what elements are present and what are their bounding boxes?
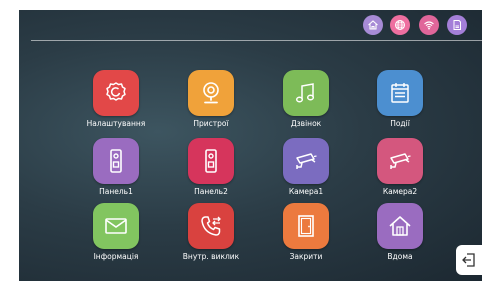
camera2-tile[interactable]	[377, 138, 423, 184]
app-label: Події	[390, 119, 410, 128]
app-camera2[interactable]: Камера2	[355, 138, 445, 200]
cctv-camera-icon	[390, 153, 411, 169]
app-settings[interactable]: Налаштування	[71, 70, 161, 132]
app-label: Внутр. виклик	[182, 252, 240, 261]
calendar-icon	[391, 83, 409, 103]
camera1-tile[interactable]	[283, 138, 329, 184]
information-tile[interactable]	[93, 203, 139, 249]
panel2-tile[interactable]	[188, 138, 234, 184]
app-panel2[interactable]: Панель2	[166, 138, 256, 200]
app-label: Пристрої	[193, 119, 229, 128]
home-status-icon	[368, 20, 378, 30]
app-camera1[interactable]: Камера1	[261, 138, 351, 200]
sd-card-status-button[interactable]	[447, 15, 467, 35]
home-status-button[interactable]	[363, 15, 383, 35]
panel1-tile[interactable]	[93, 138, 139, 184]
app-label: Камера1	[288, 187, 324, 196]
app-panel1[interactable]: Панель1	[71, 138, 161, 200]
network-status-button[interactable]	[390, 15, 410, 35]
app-information[interactable]: Інформація	[71, 203, 161, 265]
at-home-tile[interactable]	[377, 203, 423, 249]
wifi-status-button[interactable]	[419, 15, 439, 35]
doorbell-panel-icon	[110, 149, 122, 173]
exit-icon	[462, 253, 475, 267]
settings-tile[interactable]	[93, 70, 139, 116]
home-screen: Налаштування Пристрої Дзвінок Події Пане…	[19, 10, 482, 281]
gear-icon	[106, 82, 126, 101]
globe-icon	[395, 20, 405, 30]
envelope-icon	[105, 218, 127, 234]
app-label: Налаштування	[86, 119, 146, 128]
phone-transfer-icon	[201, 216, 221, 236]
music-note-icon	[295, 83, 315, 103]
app-label: Камера2	[382, 187, 418, 196]
sd-card-icon	[453, 20, 461, 30]
app-label: Закрити	[289, 252, 323, 261]
intercom-call-tile[interactable]	[188, 203, 234, 249]
door-icon	[298, 215, 314, 237]
events-tile[interactable]	[377, 70, 423, 116]
wifi-icon	[424, 21, 434, 30]
close-tile[interactable]	[283, 203, 329, 249]
app-events[interactable]: Події	[355, 70, 445, 132]
doorbell-panel-icon	[205, 149, 217, 173]
app-label: Інформація	[93, 252, 139, 261]
cctv-camera-icon	[296, 153, 317, 169]
app-at-home[interactable]: Вдома	[355, 203, 445, 265]
devices-tile[interactable]	[188, 70, 234, 116]
app-label: Вдома	[387, 252, 413, 261]
app-devices[interactable]: Пристрої	[166, 70, 256, 132]
app-label: Панель1	[99, 187, 133, 196]
camera-device-icon	[203, 82, 219, 104]
app-ringtone[interactable]: Дзвінок	[261, 70, 351, 132]
app-close[interactable]: Закрити	[261, 203, 351, 265]
app-label: Дзвінок	[290, 119, 322, 128]
app-label: Панель2	[194, 187, 228, 196]
home-icon	[389, 216, 411, 236]
exit-button[interactable]	[456, 245, 482, 275]
ringtone-tile[interactable]	[283, 70, 329, 116]
app-intercom-call[interactable]: Внутр. виклик	[166, 203, 256, 265]
status-divider	[31, 40, 482, 41]
